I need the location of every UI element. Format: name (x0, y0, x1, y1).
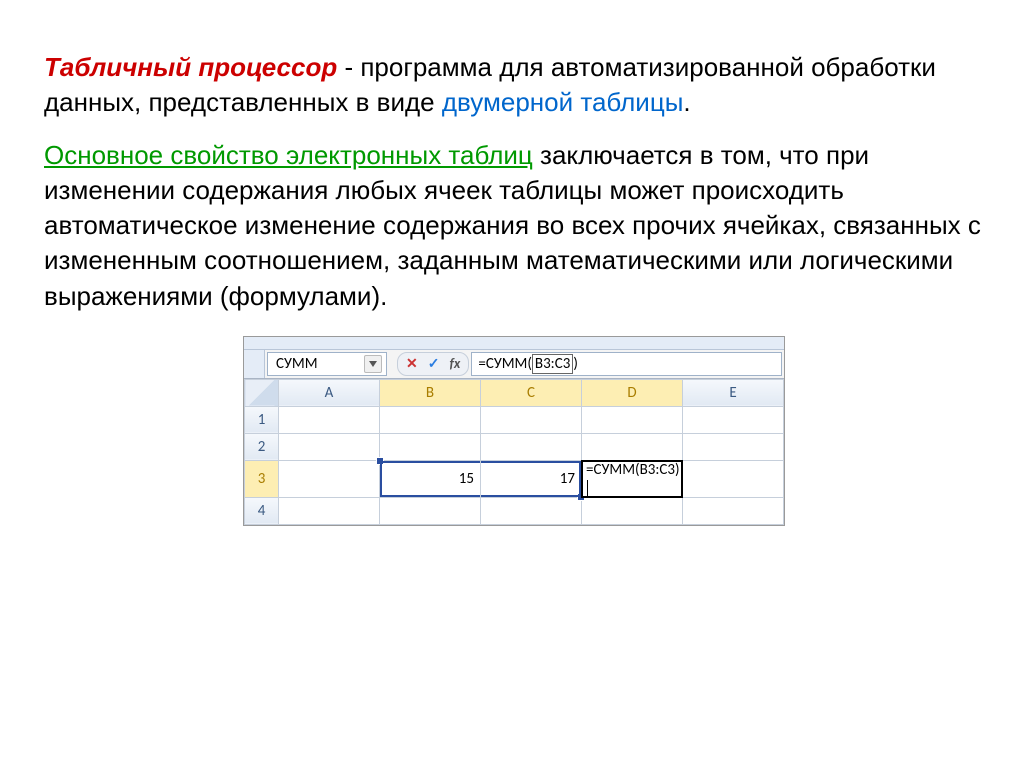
row-2: 2 (245, 433, 784, 460)
formula-arg: B3:C3 (532, 354, 573, 374)
text-cursor-icon (587, 480, 588, 496)
cell-e4[interactable] (683, 497, 784, 524)
cell-d1[interactable] (582, 406, 683, 433)
select-all-corner[interactable] (245, 379, 279, 406)
cell-c1[interactable] (481, 406, 582, 433)
name-box[interactable]: СУММ (267, 352, 387, 376)
cell-c3[interactable]: 17 (481, 460, 582, 497)
cell-d2[interactable] (582, 433, 683, 460)
cell-b4[interactable] (380, 497, 481, 524)
row-4: 4 (245, 497, 784, 524)
col-header-c[interactable]: C (481, 379, 582, 406)
name-box-value: СУММ (276, 355, 318, 373)
col-header-a[interactable]: A (279, 379, 380, 406)
formula-prefix: =СУММ( (478, 355, 532, 373)
cell-d4[interactable] (582, 497, 683, 524)
excel-screenshot: СУММ ✕ ✓ fx =СУММ(B3:C3) A B (243, 336, 785, 526)
cell-e3[interactable] (683, 460, 784, 497)
slide: Табличный процессор - программа для авто… (0, 0, 1024, 546)
cell-c4[interactable] (481, 497, 582, 524)
col-header-b[interactable]: B (380, 379, 481, 406)
cell-a2[interactable] (279, 433, 380, 460)
green-term: Основное свойство электронных таблиц (44, 140, 533, 170)
column-header-row: A B C D E (245, 379, 784, 406)
cell-b1[interactable] (380, 406, 481, 433)
formula-bar-spacer (244, 350, 265, 378)
title-term: Табличный процессор (44, 52, 337, 82)
cell-e2[interactable] (683, 433, 784, 460)
excel-ribbon-edge (244, 337, 784, 350)
cell-b2[interactable] (380, 433, 481, 460)
spreadsheet-grid[interactable]: A B C D E 1 2 (244, 379, 784, 525)
formula-bar: СУММ ✕ ✓ fx =СУММ(B3:C3) (244, 350, 784, 379)
cell-c2[interactable] (481, 433, 582, 460)
col-header-e[interactable]: E (683, 379, 784, 406)
cell-a3[interactable] (279, 460, 380, 497)
row-3: 3 15 17 =СУММ(B3:C3) (245, 460, 784, 497)
cell-b3[interactable]: 15 (380, 460, 481, 497)
blue-term: двумерной таблицы (442, 87, 684, 117)
selection-handle-icon (376, 457, 384, 465)
row-header-1[interactable]: 1 (245, 406, 279, 433)
formula-bar-buttons: ✕ ✓ fx (397, 352, 469, 376)
cell-b3-value: 15 (459, 470, 474, 488)
paragraph-2: Основное свойство электронных таблиц зак… (44, 138, 984, 313)
fx-icon[interactable]: fx (447, 355, 462, 372)
cell-a4[interactable] (279, 497, 380, 524)
formula-suffix: ) (573, 355, 578, 373)
col-header-d[interactable]: D (582, 379, 683, 406)
cell-e1[interactable] (683, 406, 784, 433)
row-header-2[interactable]: 2 (245, 433, 279, 460)
row-1: 1 (245, 406, 784, 433)
accept-icon[interactable]: ✓ (426, 355, 442, 372)
paragraph-1: Табличный процессор - программа для авто… (44, 50, 984, 120)
para1-period: . (683, 87, 690, 117)
formula-input[interactable]: =СУММ(B3:C3) (471, 352, 782, 376)
cancel-icon[interactable]: ✕ (404, 355, 420, 372)
cell-c3-value: 17 (560, 470, 575, 488)
cell-d3-value: =СУММ(B3:C3) (586, 461, 680, 479)
cell-d3[interactable]: =СУММ(B3:C3) (582, 460, 683, 497)
row-header-3[interactable]: 3 (245, 460, 279, 497)
cell-a1[interactable] (279, 406, 380, 433)
row-header-4[interactable]: 4 (245, 497, 279, 524)
name-box-dropdown-icon[interactable] (364, 355, 382, 373)
